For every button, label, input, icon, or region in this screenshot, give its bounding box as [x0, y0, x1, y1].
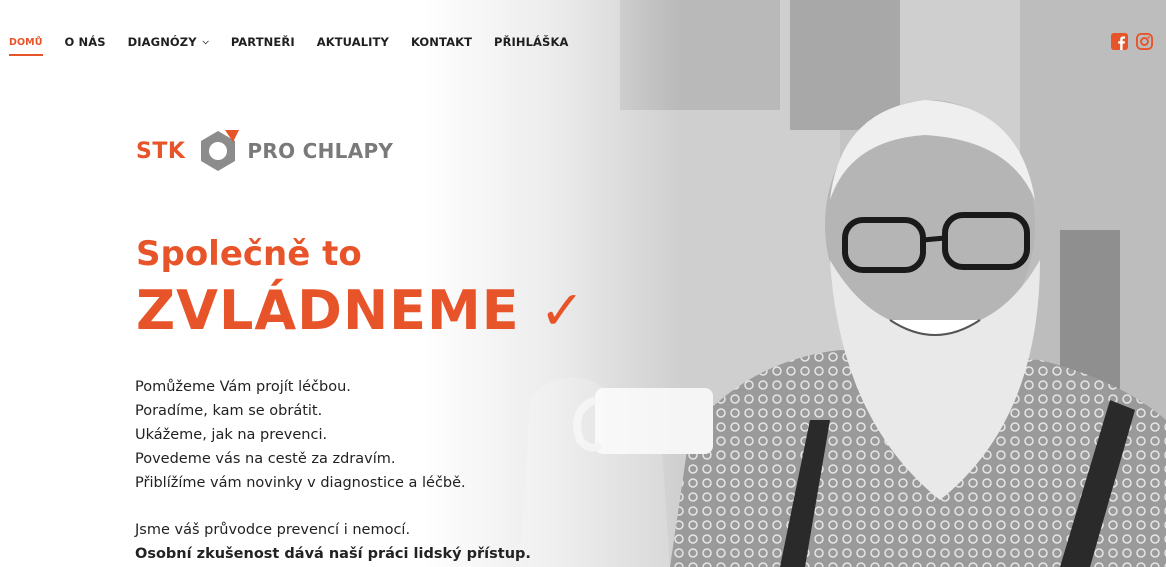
- nav-item-label: PARTNEŘI: [230, 35, 295, 49]
- hero-closing: Jsme váš průvodce prevencí i nemocí. Oso…: [135, 518, 531, 566]
- nav-item-domu[interactable]: DOMŮ: [9, 36, 43, 56]
- hex-nut-icon: [201, 130, 240, 171]
- headline-small: Společně to: [136, 234, 362, 274]
- logo-text-stk: STK: [136, 138, 186, 164]
- site-logo[interactable]: STK PRO CHLAPY: [136, 128, 393, 174]
- headline-big: ZVLÁDNEME ✓: [136, 279, 586, 342]
- hero-intro-list: Pomůžeme Vám projít léčbou. Poradíme, ka…: [135, 375, 466, 495]
- page: DOMŮ O NÁS DIAGNÓZY ⌵ PARTNEŘI AKTUALITY …: [0, 0, 1166, 567]
- nav-item-aktuality[interactable]: AKTUALITY: [317, 35, 389, 49]
- nav-item-label: DOMŮ: [9, 36, 43, 48]
- nav-item-label: DIAGNÓZY: [127, 35, 197, 49]
- hero-headline: Společně to ZVLÁDNEME ✓: [136, 232, 586, 346]
- nav-item-diagnozy[interactable]: DIAGNÓZY ⌵: [128, 35, 209, 49]
- intro-line: Poradíme, kam se obrátit.: [135, 403, 323, 419]
- nav-item-label: PŘIHLÁŠKA: [494, 35, 569, 49]
- chevron-down-icon: ⌵: [202, 37, 209, 46]
- instagram-icon[interactable]: [1136, 33, 1153, 50]
- nav-item-partneri[interactable]: PARTNEŘI: [231, 35, 295, 49]
- nav-item-label: KONTAKT: [410, 35, 473, 49]
- closing-line: Jsme váš průvodce prevencí i nemocí.: [135, 522, 411, 538]
- nav-item-kontakt[interactable]: KONTAKT: [411, 35, 472, 49]
- nav-item-label: O NÁS: [64, 35, 106, 49]
- social-links: [1111, 33, 1153, 50]
- intro-line: Ukážeme, jak na prevenci.: [135, 427, 328, 443]
- nav-menu: DOMŮ O NÁS DIAGNÓZY ⌵ PARTNEŘI AKTUALITY …: [9, 35, 590, 56]
- nav-item-prihlaska[interactable]: PŘIHLÁŠKA: [494, 35, 568, 49]
- intro-line: Pomůžeme Vám projít léčbou.: [135, 379, 351, 395]
- intro-line: Přiblížíme vám novinky v diagnostice a l…: [135, 475, 466, 491]
- logo-text-pro-chlapy: PRO CHLAPY: [247, 139, 394, 163]
- nav-item-o-nas[interactable]: O NÁS: [65, 35, 106, 49]
- facebook-icon[interactable]: [1111, 33, 1128, 50]
- main-nav: DOMŮ O NÁS DIAGNÓZY ⌵ PARTNEŘI AKTUALITY …: [0, 0, 1166, 60]
- nav-item-label: AKTUALITY: [316, 35, 389, 49]
- closing-bold-line: Osobní zkušenost dává naší práci lidský …: [135, 546, 531, 562]
- intro-line: Povedeme vás na cestě za zdravím.: [135, 451, 396, 467]
